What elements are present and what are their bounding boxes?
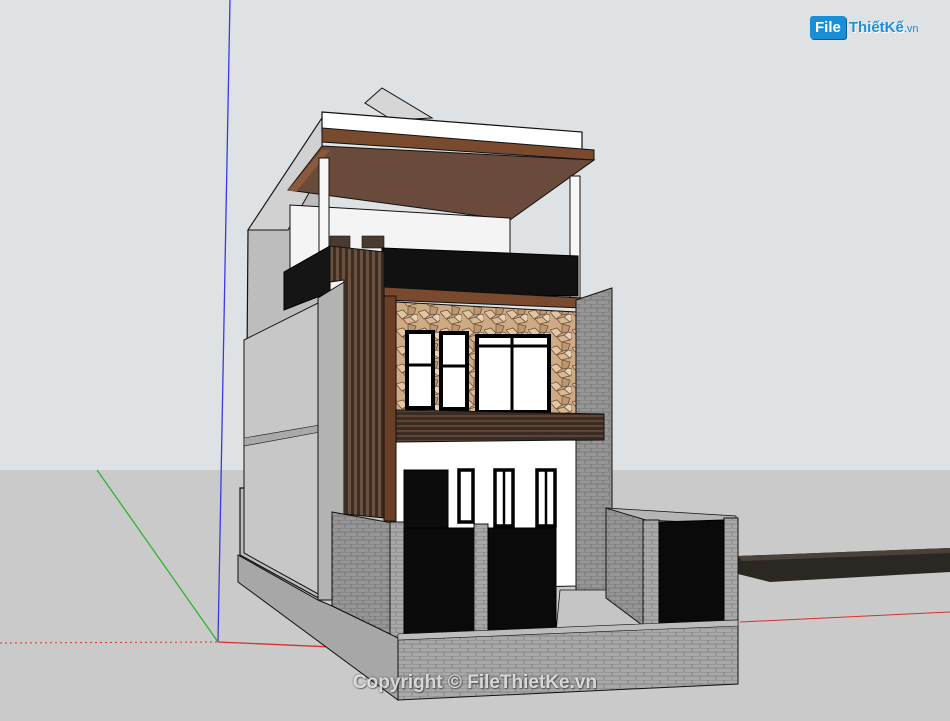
window-2 [439, 331, 469, 411]
balcony-rail [395, 409, 605, 443]
fence-pillar-right [642, 519, 660, 631]
window-1 [405, 330, 435, 410]
modeling-viewport[interactable] [0, 0, 950, 721]
copyright-watermark: Copyright © FileThietKe.vn [352, 672, 598, 693]
stair-rail-2 [361, 235, 385, 249]
wood-post [383, 295, 397, 522]
fence-pillar-corner [723, 517, 739, 625]
logo-badge: File [810, 15, 846, 39]
fence-pillar-left [389, 521, 405, 639]
side-wall-lower [243, 301, 321, 596]
gate-panel-side [658, 519, 725, 629]
logo-tld: .vn [903, 23, 919, 35]
gate-panel-right [487, 527, 557, 635]
ground-window-1 [457, 468, 475, 524]
gate-pillar-mid [473, 523, 489, 637]
site-logo: File ThiếtKế .vn [810, 12, 919, 42]
logo-name: ThiếtKế [848, 18, 904, 36]
